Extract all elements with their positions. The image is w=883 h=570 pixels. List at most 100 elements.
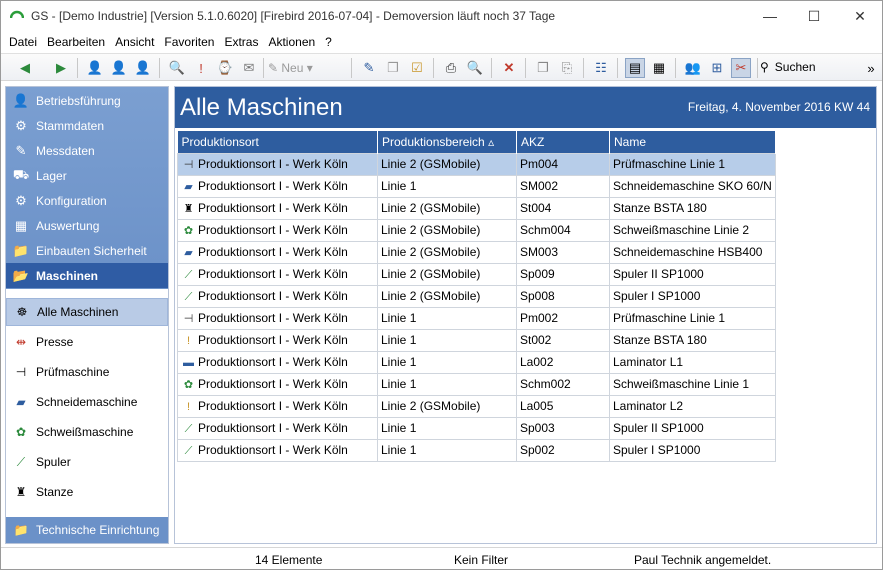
status-user: Paul Technik angemeldet. bbox=[634, 553, 772, 567]
person-icon: 👤 bbox=[12, 92, 30, 108]
status-filter: Kein Filter bbox=[454, 553, 509, 567]
delete-icon[interactable]: ✕ bbox=[499, 58, 519, 78]
laminator-icon: ▬ bbox=[183, 357, 194, 369]
menu-bearbeiten[interactable]: Bearbeiten bbox=[43, 35, 109, 49]
sub-item-schweissmaschine[interactable]: ✿ Schweißmaschine bbox=[6, 418, 168, 446]
table-row[interactable]: ! Produktionsort I - Werk Köln Linie 1 St00… bbox=[177, 328, 776, 352]
menu-help[interactable]: ? bbox=[321, 35, 336, 49]
attach-icon[interactable]: ⎘ bbox=[557, 58, 577, 78]
org-chart-icon[interactable]: ⊞ bbox=[707, 58, 727, 78]
page-title: Alle Maschinen bbox=[180, 94, 343, 121]
user-info-icon[interactable]: 👤 bbox=[133, 58, 153, 78]
close-button[interactable]: ✕ bbox=[837, 1, 883, 31]
title-bar: GS - [Demo Industrie] [Version 5.1.0.602… bbox=[1, 1, 882, 31]
cutting-machine-icon: ▰ bbox=[16, 395, 26, 409]
sub-item-stanze[interactable]: ♜ Stanze bbox=[6, 478, 168, 506]
column-header-name[interactable]: Name bbox=[609, 131, 776, 153]
nav-item-stammdaten[interactable]: ⚙ Stammdaten bbox=[6, 113, 168, 138]
table-row[interactable]: ⊣ Produktionsort I - Werk Köln Linie 1 Pm00… bbox=[177, 306, 776, 330]
nav-item-einbauten-sicherheit[interactable]: 📁 Einbauten Sicherheit bbox=[6, 238, 168, 263]
duplicate-icon[interactable]: ❐ bbox=[533, 58, 553, 78]
column-header-produktionsort[interactable]: Produktionsort bbox=[177, 131, 378, 153]
sub-item-pruefmaschine[interactable]: ⊣ Prüfmaschine bbox=[6, 358, 168, 386]
cell-produktionsbereich: Linie 1 bbox=[377, 416, 517, 440]
menu-datei[interactable]: Datei bbox=[5, 35, 41, 49]
window-title: GS - [Demo Industrie] [Version 5.1.0.602… bbox=[31, 9, 556, 23]
nav-item-lager[interactable]: ⛟ Lager bbox=[6, 163, 168, 188]
cell-akz: Sp002 bbox=[516, 438, 610, 462]
cell-name: Schneidemaschine SKO 60/N bbox=[609, 174, 776, 198]
search-button[interactable]: ⚲ Suchen bbox=[760, 60, 816, 74]
sub-item-presse[interactable]: ⇹ Presse bbox=[6, 328, 168, 356]
24h-icon[interactable]: ⌚ bbox=[215, 58, 235, 78]
forward-icon[interactable]: ▶ bbox=[51, 58, 71, 78]
table-row[interactable]: ⟋ Produktionsort I - Werk Köln Linie 1 Sp00… bbox=[177, 438, 776, 462]
back-icon[interactable]: ◀ bbox=[15, 58, 35, 78]
edit-icon[interactable]: ✎ bbox=[359, 58, 379, 78]
detail-view-icon[interactable]: ▦ bbox=[649, 58, 669, 78]
clipboard-check-icon[interactable]: ☑ bbox=[407, 58, 427, 78]
column-header-produktionsbereich[interactable]: Produktionsbereich ▵ bbox=[377, 131, 517, 153]
table-row[interactable]: ⟋ Produktionsort I - Werk Köln Linie 2 (GS… bbox=[177, 284, 776, 308]
print-preview-icon[interactable]: 🔍 bbox=[465, 58, 485, 78]
alert-folder-icon[interactable]: ! bbox=[191, 58, 211, 78]
table-row[interactable]: ✿ Produktionsort I - Werk Köln Linie 1 Schm… bbox=[177, 372, 776, 396]
warning-icon: ! bbox=[186, 401, 191, 413]
user-delete-icon[interactable]: 👤 bbox=[109, 58, 129, 78]
cell-produktionsort: ✿ Produktionsort I - Werk Köln bbox=[177, 218, 378, 242]
menu-bar: Datei Bearbeiten Ansicht Favoriten Extra… bbox=[1, 32, 882, 52]
minimize-button[interactable]: — bbox=[747, 1, 793, 31]
user-tools-icon[interactable]: ✂ bbox=[731, 58, 751, 78]
punch-icon: ♜ bbox=[183, 203, 194, 215]
menu-aktionen[interactable]: Aktionen bbox=[264, 35, 319, 49]
table-row[interactable]: ✿ Produktionsort I - Werk Köln Linie 2 (GS… bbox=[177, 218, 776, 242]
sub-item-spuler[interactable]: ⟋ Spuler bbox=[6, 448, 168, 476]
list-view-icon[interactable]: ▤ bbox=[625, 58, 645, 78]
table-row[interactable]: ! Produktionsort I - Werk Köln Linie 2 (GS… bbox=[177, 394, 776, 418]
test-machine-icon: ⊣ bbox=[183, 159, 194, 171]
welding-machine-icon: ✿ bbox=[183, 225, 194, 237]
cell-akz: Schm004 bbox=[516, 218, 610, 242]
user-edit-icon[interactable]: 👤 bbox=[85, 58, 105, 78]
nav-item-konfiguration[interactable]: ⚙ Konfiguration bbox=[6, 188, 168, 213]
tree-icon[interactable]: ☷ bbox=[591, 58, 611, 78]
page-header: Alle Maschinen Freitag, 4. November 2016… bbox=[175, 87, 876, 128]
copy-doc-icon[interactable]: ❐ bbox=[383, 58, 403, 78]
gears-icon: ⚙ bbox=[15, 192, 27, 208]
table-row[interactable]: ▬ Produktionsort I - Werk Köln Linie 1 La00… bbox=[177, 350, 776, 374]
app-logo-icon bbox=[10, 10, 24, 19]
nav-item-technische-einrichtung[interactable]: 📁 Technische Einrichtung bbox=[6, 517, 168, 543]
table-row[interactable]: ⊣ Produktionsort I - Werk Köln Linie 2 (GS… bbox=[177, 152, 776, 176]
toolbar-overflow-icon[interactable]: » bbox=[861, 58, 881, 78]
cell-akz: Schm002 bbox=[516, 372, 610, 396]
maximize-button[interactable]: ☐ bbox=[791, 1, 837, 31]
menu-extras[interactable]: Extras bbox=[220, 35, 262, 49]
winder-icon: ⟋ bbox=[184, 290, 193, 303]
table-row[interactable]: ▰ Produktionsort I - Werk Köln Linie 1 SM00… bbox=[177, 174, 776, 198]
cell-produktionsbereich: Linie 1 bbox=[377, 306, 517, 330]
table-row[interactable]: ♜ Produktionsort I - Werk Köln Linie 2 (GS… bbox=[177, 196, 776, 220]
menu-favoriten[interactable]: Favoriten bbox=[160, 35, 218, 49]
comment-icon[interactable]: ✉ bbox=[239, 58, 259, 78]
table-row[interactable]: ▰ Produktionsort I - Werk Köln Linie 2 (GS… bbox=[177, 240, 776, 264]
column-header-akz[interactable]: AKZ bbox=[516, 131, 610, 153]
table-row[interactable]: ⟋ Produktionsort I - Werk Köln Linie 2 (GS… bbox=[177, 262, 776, 286]
menu-ansicht[interactable]: Ansicht bbox=[111, 35, 158, 49]
folder-icon: 📁 bbox=[13, 523, 29, 537]
nav-item-betriebsfuehrung[interactable]: 👤 Betriebsführung bbox=[6, 88, 168, 113]
warehouse-icon: ⛟ bbox=[12, 166, 30, 182]
nav-item-messdaten[interactable]: ✎ Messdaten bbox=[6, 138, 168, 163]
binoculars-icon: ⚲ bbox=[760, 60, 769, 74]
new-button[interactable]: ✎ Neu ▾ bbox=[268, 61, 313, 75]
search-folder-icon[interactable]: 🔍 bbox=[167, 58, 187, 78]
table-row[interactable]: ⟋ Produktionsort I - Werk Köln Linie 1 Sp00… bbox=[177, 416, 776, 440]
sub-item-alle-maschinen[interactable]: ☸ Alle Maschinen bbox=[6, 298, 168, 326]
nav-item-auswertung[interactable]: ▦ Auswertung bbox=[6, 213, 168, 238]
print-icon[interactable]: ⎙ bbox=[441, 58, 461, 78]
nav-item-maschinen[interactable]: 📂 Maschinen bbox=[6, 263, 168, 288]
cell-produktionsort: ⊣ Produktionsort I - Werk Köln bbox=[177, 306, 378, 330]
sub-item-schneidemaschine[interactable]: ▰ Schneidemaschine bbox=[6, 388, 168, 416]
users-icon[interactable]: 👥 bbox=[683, 58, 703, 78]
nav-groups: 👤 Betriebsführung ⚙ Stammdaten ✎ Messdaten … bbox=[6, 87, 168, 289]
cell-name: Stanze BSTA 180 bbox=[609, 328, 776, 352]
